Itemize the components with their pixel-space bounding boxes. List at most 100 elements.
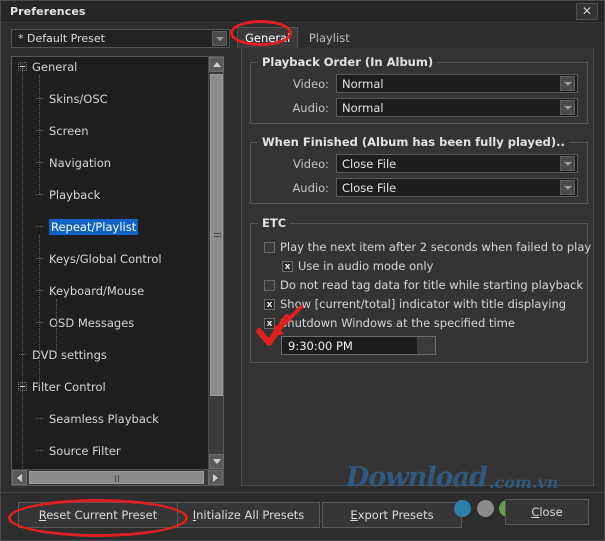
tree-horizontal-scrollbar[interactable] [12,469,223,485]
tree-connector-line [36,450,43,451]
settings-tree[interactable]: General Skins/OSC Screen Navigation Playback… [12,57,208,469]
tree-item[interactable]: Keyboard/Mouse [12,283,208,299]
checkbox-show-current-total-indicator[interactable]: x Show [current/total] indicator with ti… [264,296,566,312]
tree-vscroll-thumb[interactable] [210,74,223,396]
tabstrip: General Playlist [237,27,357,48]
tab-general[interactable]: General [237,27,299,48]
tree-item-label: Keyboard/Mouse [49,284,145,298]
scroll-up-arrow-icon[interactable] [209,57,224,72]
close-button[interactable]: Close [505,499,589,525]
shutdown-time-value: 9:30:00 PM [288,338,353,353]
tree-item[interactable]: Skins/OSC [12,91,208,107]
when-finished-video-dropdown[interactable]: Close File [336,154,578,173]
tree-item-label: Seamless Playback [49,412,159,426]
playback-order-audio-label: Audio: [292,101,329,115]
checkbox-checked-icon: x [282,260,293,272]
tree-item-label: DVD settings [32,348,107,362]
tree-guide-line [22,68,23,469]
tree-guide-line [56,299,57,355]
tree-item[interactable]: Source Filter [12,443,208,459]
shutdown-time-input[interactable]: 9:30:00 PM [281,336,436,355]
checkbox-do-not-read-tag-data[interactable]: Do not read tag data for title while sta… [264,277,583,293]
checkbox-shutdown-windows[interactable]: x Shutdown Windows at the specified time [264,315,515,331]
tree-item-label: Repeat/Playlist [49,219,139,235]
checkbox-label: Show [current/total] indicator with titl… [280,297,567,311]
preset-dropdown-value: * Default Preset [18,32,105,45]
close-button-label: Close [531,505,563,519]
when-finished-video-label: Video: [292,157,329,171]
chevron-down-icon [560,156,575,171]
playback-order-title: Playback Order (In Album) [258,55,438,69]
tree-item[interactable]: Playback [12,187,208,203]
tree-connector-line [36,226,43,227]
playback-order-video-value: Normal [342,76,384,91]
when-finished-audio-value: Close File [342,180,397,195]
playback-order-video-dropdown[interactable]: Normal [336,74,578,93]
checkbox-icon [264,279,275,291]
export-presets-button[interactable]: Export Presets [322,502,462,528]
preferences-window: Preferences ✕ * Default Preset General P… [0,0,605,541]
tree-item-label: Screen [49,124,89,138]
scroll-left-arrow-icon[interactable] [12,470,27,485]
tree-connector-line [36,418,43,419]
checkbox-play-next-item[interactable]: Play the next item after 2 seconds when … [264,239,591,255]
tree-item[interactable]: Screen [12,123,208,139]
tree-item-label: Skins/OSC [49,92,108,106]
tree-guide-line [39,75,40,195]
settings-tree-panel: General Skins/OSC Screen Navigation Playback… [11,56,224,486]
reset-current-preset-label: Reset Current Preset [38,508,158,522]
checkbox-label: Play the next item after 2 seconds when … [280,240,592,254]
chevron-down-icon [212,31,227,46]
checkbox-label: Do not read tag data for title while sta… [280,278,583,292]
window-titlebar: Preferences ✕ [1,1,604,23]
tab-playlist[interactable]: Playlist [302,28,357,49]
window-title: Preferences [10,5,86,18]
checkbox-use-in-audio-mode-only[interactable]: x Use in audio mode only [282,258,433,274]
time-spinner-icon[interactable] [417,337,435,354]
tree-item[interactable]: Filter Control [12,379,208,395]
tree-item-label: Navigation [49,156,112,170]
tree-item[interactable]: General [12,59,208,75]
when-finished-video-value: Close File [342,156,397,171]
general-settings-panel: Playback Order (In Album) Video: Normal … [241,48,594,486]
tree-item[interactable]: Navigation [12,155,208,171]
preset-dropdown[interactable]: * Default Preset [11,29,230,48]
initialize-all-presets-button[interactable]: Initialize All Presets [177,502,320,528]
tree-item-label: OSD Messages [49,316,135,330]
tree-hscroll-thumb[interactable] [29,471,204,484]
chevron-down-icon [560,100,575,115]
when-finished-title: When Finished (Album has been fully play… [258,135,569,149]
reset-current-preset-button[interactable]: Reset Current Preset [18,502,178,528]
scroll-down-arrow-icon[interactable] [209,454,224,469]
tree-item[interactable]: Seamless Playback [12,411,208,427]
checkbox-checked-icon: x [264,298,275,310]
initialize-all-presets-label: Initialize All Presets [192,508,305,522]
etc-group: ETC Play the next item after 2 seconds w… [250,216,591,363]
tree-item-label: Source Filter [49,444,121,458]
playback-order-audio-value: Normal [342,100,384,115]
scroll-right-arrow-icon[interactable] [208,470,223,485]
tree-item[interactable]: OSD Messages [12,315,208,331]
tree-item[interactable]: Repeat/Playlist [12,219,208,235]
checkbox-label: Shutdown Windows at the specified time [280,316,515,330]
export-presets-label: Export Presets [350,508,434,522]
checkbox-label: Use in audio mode only [298,259,434,273]
tree-guide-line [39,235,40,387]
when-finished-audio-label: Audio: [292,181,329,195]
playback-order-video-label: Video: [292,77,329,91]
chevron-down-icon [560,180,575,195]
tree-item-label: Filter Control [32,380,106,394]
dot-gray [477,500,494,517]
etc-title: ETC [258,216,291,230]
tree-item[interactable]: DVD settings [12,347,208,363]
when-finished-group: When Finished (Album has been fully play… [250,135,588,204]
checkbox-icon [264,241,275,253]
window-close-icon[interactable]: ✕ [576,3,598,20]
playback-order-audio-dropdown[interactable]: Normal [336,98,578,117]
playback-order-group: Playback Order (In Album) Video: Normal … [250,55,588,124]
tree-vertical-scrollbar[interactable] [208,57,224,469]
dot-blue [454,500,471,517]
when-finished-audio-dropdown[interactable]: Close File [336,178,578,197]
tree-item[interactable]: Keys/Global Control [12,251,208,267]
checkbox-checked-icon: x [264,317,275,329]
